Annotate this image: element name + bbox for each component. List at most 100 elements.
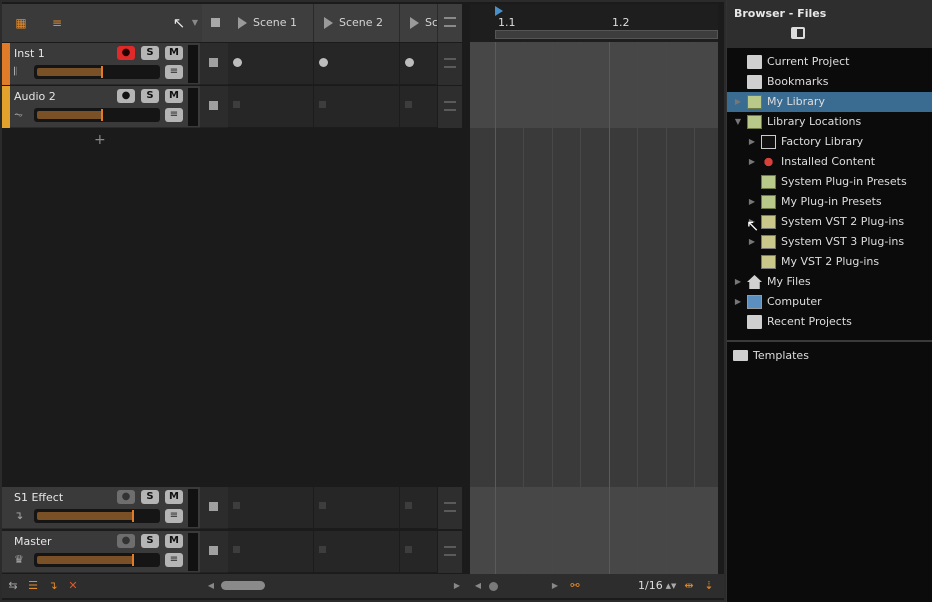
track-menu-button[interactable]: ≡ bbox=[165, 553, 183, 567]
track-end-column bbox=[438, 43, 462, 85]
track-s1-effect[interactable]: S1 Effect ● S M ↴ ≡ bbox=[2, 487, 200, 529]
browser-item-installed-content[interactable]: ▶ Installed Content bbox=[727, 152, 932, 172]
scroll-left-icon[interactable]: ◀ bbox=[471, 579, 485, 593]
clip-slot[interactable] bbox=[314, 43, 400, 85]
play-position-icon[interactable] bbox=[495, 6, 503, 16]
track-list-icon[interactable]: ☰ bbox=[26, 579, 40, 593]
browser-item-recent-projects[interactable]: Recent Projects bbox=[727, 312, 932, 332]
quantize-value[interactable]: 1/16 bbox=[638, 579, 663, 592]
loop-region[interactable] bbox=[495, 30, 718, 39]
track-stop-button[interactable] bbox=[200, 487, 228, 529]
list-icon[interactable]: ≡ bbox=[46, 14, 68, 32]
share-icon[interactable]: ⚯ bbox=[568, 579, 582, 593]
clip-slot[interactable] bbox=[400, 86, 438, 128]
browser-item-computer[interactable]: ▶ Computer bbox=[727, 292, 932, 312]
volume-fader[interactable] bbox=[34, 65, 160, 79]
templates-item[interactable]: Templates bbox=[727, 346, 932, 366]
arranger-scrollbar[interactable] bbox=[489, 582, 498, 591]
solo-button[interactable]: S bbox=[141, 46, 159, 60]
track-stop-button[interactable] bbox=[200, 86, 228, 128]
browser-item-my-files[interactable]: ▶ My Files bbox=[727, 272, 932, 292]
browser-item-library-locations[interactable]: ▼ Library Locations bbox=[727, 112, 932, 132]
track-stop-button[interactable] bbox=[200, 531, 228, 573]
expand-arrow-icon[interactable]: ▶ bbox=[747, 192, 757, 212]
close-icon[interactable]: ✕ bbox=[66, 579, 80, 593]
clip-slot[interactable] bbox=[314, 531, 400, 573]
expand-arrow-icon[interactable]: ▶ bbox=[747, 132, 757, 152]
scene-header-2[interactable]: Scene 2 bbox=[314, 4, 400, 42]
mute-button[interactable]: M bbox=[165, 490, 183, 504]
mute-button[interactable]: M bbox=[165, 46, 183, 60]
browser-header: Browser - Files bbox=[727, 0, 932, 48]
stop-all-button[interactable] bbox=[202, 4, 228, 42]
panel-toggle-icon[interactable] bbox=[791, 27, 805, 39]
mute-button[interactable]: M bbox=[165, 534, 183, 548]
scene-header-1[interactable]: Scene 1 bbox=[228, 4, 314, 42]
expand-arrow-icon[interactable]: ▶ bbox=[747, 232, 757, 252]
clip-slot[interactable] bbox=[228, 43, 314, 85]
scroll-right-icon[interactable]: ▶ bbox=[450, 579, 464, 593]
arranger-timeline[interactable]: 1.1 1.2 bbox=[470, 4, 718, 574]
expand-arrow-icon[interactable]: ▶ bbox=[733, 92, 743, 112]
browser-item-system-plug-in-presets[interactable]: System Plug-in Presets bbox=[727, 172, 932, 192]
expand-arrow-icon[interactable]: ▶ bbox=[733, 272, 743, 292]
scroll-left-icon[interactable]: ◀ bbox=[204, 579, 218, 593]
browser-item-my-library[interactable]: ▶ My Library bbox=[727, 92, 932, 112]
browser-item-label: Installed Content bbox=[781, 155, 876, 168]
clip-slot[interactable] bbox=[314, 487, 400, 529]
grid-icon[interactable]: ▦ bbox=[10, 14, 32, 32]
clip-slot[interactable] bbox=[228, 86, 314, 128]
solo-button[interactable]: S bbox=[141, 89, 159, 103]
timeline-ruler[interactable]: 1.1 1.2 bbox=[470, 4, 718, 42]
expand-arrow-icon[interactable]: ▶ bbox=[747, 152, 757, 172]
track-menu-button[interactable]: ≡ bbox=[165, 509, 183, 523]
track-menu-button[interactable]: ≡ bbox=[165, 65, 183, 79]
solo-button[interactable]: S bbox=[141, 534, 159, 548]
fit-icon[interactable]: ⇹ bbox=[682, 579, 696, 593]
swap-icon[interactable]: ⇆ bbox=[6, 579, 20, 593]
volume-fader[interactable] bbox=[34, 108, 160, 122]
return-arrow-icon: ↴ bbox=[14, 509, 24, 522]
track-master[interactable]: Master ● S M ♛ ≡ bbox=[2, 531, 200, 573]
browser-item-current-project[interactable]: Current Project bbox=[727, 52, 932, 72]
scene-header-3[interactable]: Sce bbox=[400, 4, 438, 42]
track-inst-1[interactable]: Inst 1 ● S M 𝄃 ≡ bbox=[2, 43, 200, 85]
track-audio-2[interactable]: Audio 2 ● S M ⏦ ≡ bbox=[2, 86, 200, 128]
follow-icon[interactable]: ⇣ bbox=[702, 579, 716, 593]
mute-button[interactable]: M bbox=[165, 89, 183, 103]
clip-slot[interactable] bbox=[400, 43, 438, 85]
volume-fader[interactable] bbox=[34, 553, 160, 567]
scroll-right-icon[interactable]: ▶ bbox=[548, 579, 562, 593]
collapse-arrow-icon[interactable]: ▼ bbox=[733, 112, 743, 132]
browser-item-my-vst-2-plug-ins[interactable]: My VST 2 Plug-ins bbox=[727, 252, 932, 272]
scene-list-button[interactable] bbox=[438, 4, 462, 42]
clip-slot[interactable] bbox=[400, 531, 438, 573]
track-menu-button[interactable]: ≡ bbox=[165, 108, 183, 122]
stop-icon bbox=[211, 18, 220, 27]
browser-item-label: Recent Projects bbox=[767, 315, 852, 328]
browser-item-factory-library[interactable]: ▶ Factory Library bbox=[727, 132, 932, 152]
expand-arrow-icon[interactable]: ▶ bbox=[733, 292, 743, 312]
track-lane-area bbox=[470, 42, 718, 128]
record-arm-button[interactable]: ● bbox=[117, 534, 135, 548]
clip-slot[interactable] bbox=[228, 531, 314, 573]
browser-item-my-plug-in-presets[interactable]: ▶ My Plug-in Presets bbox=[727, 192, 932, 212]
add-track-button[interactable]: + bbox=[94, 132, 106, 148]
clip-slot[interactable] bbox=[314, 86, 400, 128]
solo-button[interactable]: S bbox=[141, 490, 159, 504]
packages-icon bbox=[761, 155, 776, 169]
volume-fader[interactable] bbox=[34, 509, 160, 523]
track-stop-button[interactable] bbox=[200, 43, 228, 85]
browser-item-label: System VST 2 Plug-ins bbox=[781, 215, 905, 228]
insert-arrow-icon[interactable]: ↴ bbox=[46, 579, 60, 593]
browser-item-system-vst-3-plug-ins[interactable]: ▶ System VST 3 Plug-ins bbox=[727, 232, 932, 252]
horizontal-scrollbar[interactable] bbox=[221, 581, 265, 590]
browser-item-bookmarks[interactable]: Bookmarks bbox=[727, 72, 932, 92]
clip-slot[interactable] bbox=[400, 487, 438, 529]
clip-slot[interactable] bbox=[228, 487, 314, 529]
record-arm-button[interactable]: ● bbox=[117, 490, 135, 504]
browser-item-label: System Plug-in Presets bbox=[781, 175, 907, 188]
stepper-icon[interactable]: ▲▼ bbox=[664, 579, 678, 593]
record-arm-button[interactable]: ● bbox=[117, 46, 135, 60]
record-arm-button[interactable]: ● bbox=[117, 89, 135, 103]
